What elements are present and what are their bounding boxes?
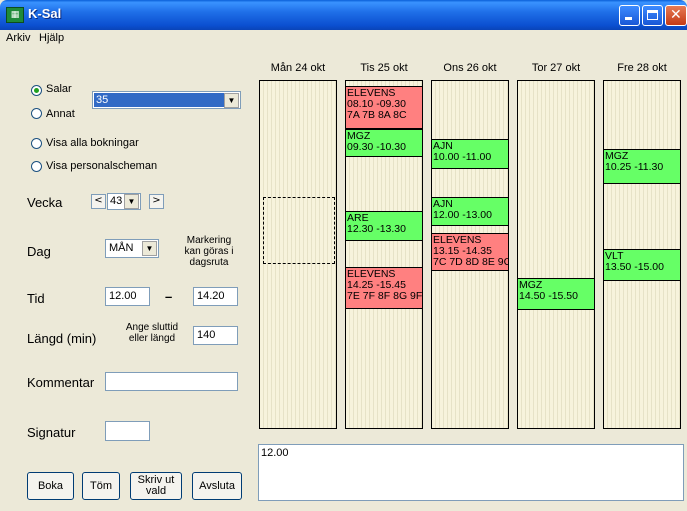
- markering-note-line: dagsruta: [189, 257, 229, 268]
- radio-visa-personal[interactable]: [31, 161, 42, 172]
- langd-label: Längd (min): [27, 331, 97, 346]
- day-header: Fre 28 okt: [617, 62, 667, 74]
- title-bar[interactable]: [0, 0, 687, 30]
- booking-line: 13.50 -15.00: [605, 261, 664, 273]
- comment-input[interactable]: [105, 372, 238, 391]
- minimize-button[interactable]: [619, 5, 640, 26]
- avsluta-button[interactable]: Avsluta: [192, 472, 242, 500]
- week-value: 43: [110, 195, 123, 207]
- markering-note: Markering kan göras i dagsruta: [176, 235, 242, 268]
- week-next-button[interactable]: >: [149, 194, 164, 209]
- selection-marker[interactable]: [263, 197, 335, 264]
- day-column[interactable]: ELEVENS 08.10 -09.30 7A 7B 8A 8C MGZ 09.30 -…: [345, 80, 423, 429]
- maximize-button[interactable]: [642, 5, 663, 26]
- tid-label: Tid: [27, 291, 45, 306]
- calendar-icon: ▦: [6, 7, 24, 23]
- vecka-label: Vecka: [27, 195, 63, 210]
- day-column[interactable]: MGZ 14.50 -15.50: [517, 80, 595, 429]
- booking-block[interactable]: ARE 12.30 -13.30: [346, 211, 422, 241]
- close-icon: ✕: [670, 7, 682, 23]
- radio-salar[interactable]: [31, 85, 42, 96]
- booking-block[interactable]: ELEVENS 14.25 -15.45 7E 7F 8F 8G 9F: [346, 267, 422, 309]
- day-column[interactable]: AJN 10.00 -11.00 AJN 12.00 -13.00 ELEVENS 13.…: [431, 80, 509, 429]
- day-column[interactable]: MGZ 10.25 -11.30 VLT 13.50 -15.00: [603, 80, 681, 429]
- comment-display[interactable]: 12.00: [258, 444, 684, 501]
- chevron-down-icon[interactable]: ▼: [124, 194, 139, 209]
- time-dash: –: [165, 289, 173, 304]
- week-select[interactable]: 43 ▼: [107, 193, 141, 210]
- day-header: Mån 24 okt: [270, 62, 326, 74]
- day-header: Ons 26 okt: [443, 62, 497, 74]
- booking-line: 7E 7F 8F 8G 9F: [347, 290, 422, 302]
- day-header: Tis 25 okt: [360, 62, 408, 74]
- booking-line: 7C 7D 8D 8E 9C: [433, 256, 508, 268]
- radio-annat[interactable]: [31, 108, 42, 119]
- booking-block[interactable]: ELEVENS 13.15 -14.35 7C 7D 8D 8E 9C: [432, 233, 508, 271]
- maximize-icon: [647, 10, 658, 20]
- radio-annat-label: Annat: [46, 108, 75, 120]
- chevron-down-icon[interactable]: ▼: [142, 241, 157, 256]
- booking-block[interactable]: AJN 12.00 -13.00: [432, 197, 508, 226]
- booking-line: 7A 7B 8A 8C: [347, 109, 407, 121]
- day-value: MÅN: [109, 242, 134, 254]
- chevron-down-icon[interactable]: ▼: [224, 93, 239, 108]
- langd-note-line: eller längd: [128, 333, 176, 344]
- skriv-ut-label: vald: [145, 485, 167, 497]
- menu-arkiv[interactable]: Arkiv: [6, 32, 30, 44]
- time-to-input[interactable]: 14.20: [193, 287, 238, 306]
- radio-salar-label: Salar: [46, 83, 72, 95]
- day-select[interactable]: MÅN ▼: [105, 239, 159, 258]
- booking-line: 12.00 -13.00: [433, 209, 492, 221]
- radio-visa-alla-label: Visa alla bokningar: [46, 137, 139, 149]
- radio-visa-personal-label: Visa personalscheman: [46, 160, 158, 172]
- radio-visa-alla[interactable]: [31, 138, 42, 149]
- signature-input[interactable]: [105, 421, 150, 441]
- time-from-input[interactable]: 12.00: [105, 287, 150, 306]
- langd-note-line: Ange sluttid: [125, 322, 179, 333]
- skriv-ut-button[interactable]: Skriv ut vald: [130, 472, 182, 500]
- boka-button[interactable]: Boka: [27, 472, 74, 500]
- markering-note-line: Markering: [186, 235, 232, 246]
- booking-line: 09.30 -10.30: [347, 141, 406, 153]
- langd-note: Ange sluttid eller längd: [120, 322, 184, 344]
- kommentar-label: Kommentar: [27, 375, 95, 390]
- minimize-icon: [625, 17, 632, 20]
- room-select[interactable]: 35 ▼: [92, 91, 241, 109]
- close-button[interactable]: ✕: [665, 5, 687, 26]
- day-header: Tor 27 okt: [531, 62, 581, 74]
- booking-block[interactable]: MGZ 09.30 -10.30: [346, 129, 422, 157]
- booking-line: 10.25 -11.30: [605, 161, 664, 173]
- menu-hjalp[interactable]: Hjälp: [39, 32, 64, 44]
- length-input[interactable]: 140: [193, 326, 238, 345]
- booking-block[interactable]: MGZ 10.25 -11.30: [604, 149, 680, 184]
- dag-label: Dag: [27, 244, 51, 259]
- markering-note-line: kan göras i: [184, 246, 234, 257]
- tom-button[interactable]: Töm: [82, 472, 120, 500]
- booking-block[interactable]: MGZ 14.50 -15.50: [518, 278, 594, 310]
- booking-line: 14.50 -15.50: [519, 290, 578, 302]
- menu-bar: [0, 30, 687, 48]
- booking-block[interactable]: VLT 13.50 -15.00: [604, 249, 680, 281]
- booking-line: 10.00 -11.00: [433, 151, 492, 163]
- signatur-label: Signatur: [27, 425, 76, 440]
- booking-block[interactable]: AJN 10.00 -11.00: [432, 139, 508, 169]
- week-prev-button[interactable]: <: [91, 194, 106, 209]
- booking-block[interactable]: ELEVENS 08.10 -09.30 7A 7B 8A 8C: [346, 86, 422, 129]
- room-selected-value: 35: [94, 93, 224, 107]
- booking-line: 12.30 -13.30: [347, 223, 406, 235]
- window-title: K-Sal: [28, 6, 62, 21]
- day-column[interactable]: [259, 80, 337, 429]
